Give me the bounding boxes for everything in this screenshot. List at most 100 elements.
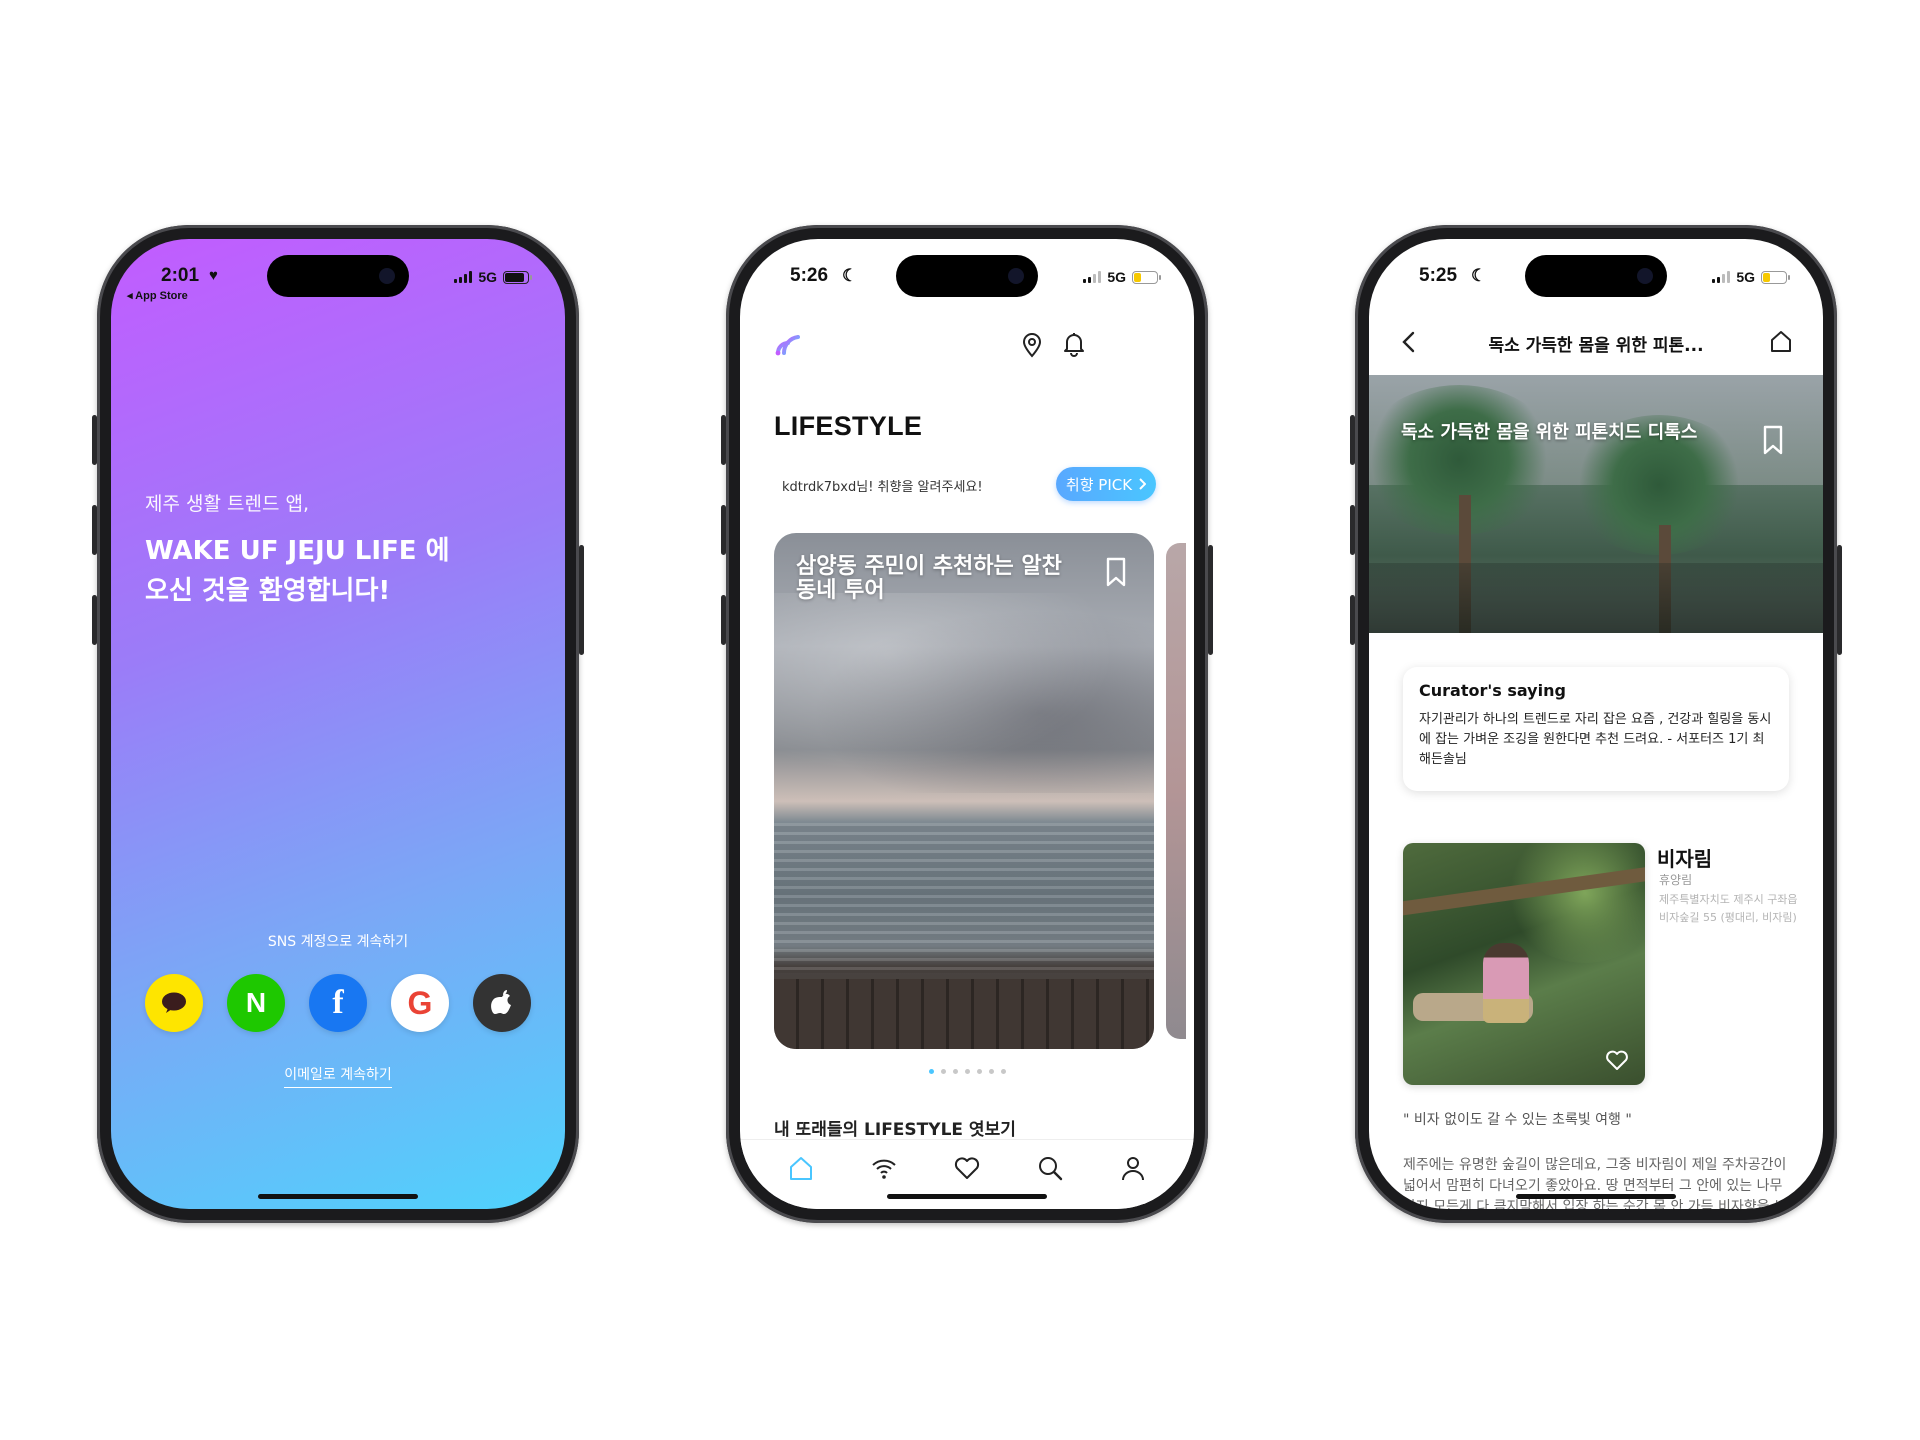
featured-card[interactable]: 삼양동 주민이 추천하는 알찬 동네 투어 bbox=[774, 533, 1154, 1049]
place-category: 휴양림 bbox=[1659, 873, 1693, 887]
signal-icon bbox=[454, 271, 473, 283]
network-label: 5G bbox=[1736, 269, 1755, 285]
card-photo-sky bbox=[774, 593, 1154, 793]
place-photo[interactable] bbox=[1403, 843, 1645, 1085]
heart-icon[interactable] bbox=[953, 1154, 981, 1182]
profile-icon[interactable] bbox=[1119, 1154, 1147, 1182]
naver-login-button[interactable]: N bbox=[227, 974, 285, 1032]
battery-icon bbox=[503, 270, 532, 284]
signal-icon bbox=[1712, 271, 1731, 283]
card-title: 삼양동 주민이 추천하는 알찬 동네 투어 bbox=[796, 554, 1062, 603]
apple-login-button[interactable] bbox=[473, 974, 531, 1032]
dynamic-island bbox=[267, 255, 409, 297]
google-login-button[interactable]: G bbox=[391, 974, 449, 1032]
facebook-logo: f bbox=[332, 984, 344, 1021]
battery-icon bbox=[1761, 270, 1790, 284]
lifestyle-screen: 5:26 ☾ 5G LIFESTYLE kdtrdk7bxd님! 취향을 알려주… bbox=[740, 239, 1194, 1209]
sns-buttons: N f G bbox=[145, 974, 531, 1032]
carousel-dot[interactable] bbox=[1000, 1069, 1006, 1074]
status-right: 5G bbox=[1712, 269, 1790, 285]
phone-login: 2:01 ♥ ◂ App Store 5G 제주 생활 트렌드 앱, WAKE … bbox=[92, 225, 584, 1223]
photo-person bbox=[1483, 943, 1529, 1023]
card-photo-sea bbox=[774, 823, 1154, 973]
status-time: 2:01 bbox=[161, 265, 200, 286]
curator-heading: Curator's saying bbox=[1419, 681, 1566, 700]
apple-icon bbox=[491, 990, 511, 1014]
search-icon[interactable] bbox=[1036, 1154, 1064, 1182]
carousel-dot[interactable] bbox=[952, 1069, 958, 1074]
home-indicator bbox=[258, 1194, 418, 1199]
next-card-peek[interactable] bbox=[1166, 543, 1186, 1039]
phone-lifestyle: 5:26 ☾ 5G LIFESTYLE kdtrdk7bxd님! 취향을 알려주… bbox=[721, 225, 1213, 1223]
signal-icon bbox=[1083, 271, 1102, 283]
hero-title: 독소 가득한 몸을 위한 피톤치드 디톡스 bbox=[1401, 422, 1698, 443]
hero-ground bbox=[1369, 563, 1823, 633]
sns-label: SNS 계정으로 계속하기 bbox=[267, 934, 409, 950]
carousel-dots bbox=[740, 1069, 1194, 1074]
home-indicator bbox=[887, 1194, 1047, 1199]
curator-card: Curator's saying 자기관리가 하나의 트렌드로 자리 잡은 요즘… bbox=[1403, 667, 1789, 791]
location-pin-icon[interactable] bbox=[1018, 331, 1046, 359]
curator-text: 자기관리가 하나의 트렌드로 자리 잡은 요즘 , 건강과 힐링을 동시에 잡는… bbox=[1419, 712, 1772, 767]
status-right: 5G bbox=[454, 269, 532, 285]
dynamic-island bbox=[896, 255, 1038, 297]
kakao-login-button[interactable] bbox=[145, 974, 203, 1032]
moon-icon: ☾ bbox=[842, 266, 858, 285]
status-time: 5:25 bbox=[1419, 265, 1458, 286]
carousel-dot[interactable] bbox=[964, 1069, 970, 1074]
bookmark-icon[interactable] bbox=[1106, 557, 1126, 587]
nav-title: 독소 가득한 몸을 위한 피톤... bbox=[1488, 336, 1704, 356]
page-title: LIFESTYLE bbox=[774, 411, 923, 441]
email-login-link[interactable]: 이메일로 계속하기 bbox=[111, 1064, 565, 1088]
taste-pick-message: kdtrdk7bxd님! 취향을 알려주세요! bbox=[782, 480, 983, 495]
back-arrow-icon[interactable] bbox=[1399, 331, 1419, 353]
carousel-dot[interactable] bbox=[928, 1069, 934, 1074]
network-label: 5G bbox=[478, 269, 497, 285]
heart-icon: ♥ bbox=[209, 267, 218, 284]
heart-icon[interactable] bbox=[1605, 1049, 1629, 1071]
place-description: 제주에는 유명한 숲길이 많은데요, 그중 비자림이 제일 주차공간이 넓어서 … bbox=[1403, 1157, 1787, 1209]
status-right: 5G bbox=[1083, 269, 1161, 285]
battery-icon bbox=[1132, 270, 1161, 284]
home-indicator bbox=[1516, 1194, 1676, 1199]
login-screen: 2:01 ♥ ◂ App Store 5G 제주 생활 트렌드 앱, WAKE … bbox=[111, 239, 565, 1209]
dynamic-island bbox=[1525, 255, 1667, 297]
facebook-login-button[interactable]: f bbox=[309, 974, 367, 1032]
home-icon[interactable] bbox=[1769, 329, 1793, 353]
welcome-title: WAKE UF JEJU LIFE 에 오신 것을 환영합니다! bbox=[145, 531, 450, 611]
bell-icon[interactable] bbox=[1060, 329, 1088, 357]
mockup-stage: 2:01 ♥ ◂ App Store 5G 제주 생활 트렌드 앱, WAKE … bbox=[0, 0, 1920, 1440]
welcome-title-line1: WAKE UF JEJU LIFE 에 bbox=[145, 536, 450, 566]
app-logo[interactable] bbox=[774, 331, 804, 357]
taste-pick-row: kdtrdk7bxd님! 취향을 알려주세요! 취향 PICK bbox=[774, 467, 1160, 503]
card-photo-deck bbox=[774, 979, 1154, 1049]
photo-foliage bbox=[1505, 843, 1645, 963]
bookmark-icon[interactable] bbox=[1763, 425, 1783, 455]
place-name: 비자림 bbox=[1657, 847, 1713, 871]
chevron-right-icon bbox=[1139, 478, 1147, 490]
home-icon[interactable] bbox=[787, 1154, 815, 1182]
detail-screen: 5:25 ☾ 5G 독소 가득한 몸을 위한 피톤... 독소 가득한 몸을 위… bbox=[1369, 239, 1823, 1209]
wifi-icon[interactable] bbox=[870, 1154, 898, 1182]
naver-logo: N bbox=[245, 987, 267, 1018]
back-to-app-store[interactable]: ◂ App Store bbox=[127, 289, 188, 302]
carousel-dot[interactable] bbox=[976, 1069, 982, 1074]
hero-image bbox=[1369, 375, 1823, 633]
nav-bar: 독소 가득한 몸을 위한 피톤... bbox=[1369, 321, 1823, 361]
welcome-title-line2: 오신 것을 환영합니다! bbox=[145, 576, 391, 606]
speech-bubble-icon bbox=[162, 992, 186, 1013]
taste-pick-button[interactable]: 취향 PICK bbox=[1056, 467, 1156, 501]
taste-pick-label: 취향 PICK bbox=[1065, 475, 1133, 494]
status-time: 5:26 bbox=[790, 265, 829, 286]
moon-icon: ☾ bbox=[1471, 266, 1487, 285]
phone-detail: 5:25 ☾ 5G 독소 가득한 몸을 위한 피톤... 독소 가득한 몸을 위… bbox=[1350, 225, 1842, 1223]
place-address: 제주특별자치도 제주시 구좌읍 비자숲길 55 (평대리, 비자림) bbox=[1659, 893, 1798, 924]
place-quote: " 비자 없이도 갈 수 있는 초록빛 여행 " bbox=[1403, 1112, 1632, 1128]
carousel-dot[interactable] bbox=[940, 1069, 946, 1074]
google-logo: G bbox=[407, 984, 433, 1021]
carousel-dot[interactable] bbox=[988, 1069, 994, 1074]
section-heading: 내 또래들의 LIFESTYLE 엿보기 bbox=[774, 1120, 1016, 1140]
network-label: 5G bbox=[1107, 269, 1126, 285]
email-login-label: 이메일로 계속하기 bbox=[284, 1067, 392, 1088]
welcome-subtitle: 제주 생활 트렌드 앱, bbox=[145, 493, 309, 515]
